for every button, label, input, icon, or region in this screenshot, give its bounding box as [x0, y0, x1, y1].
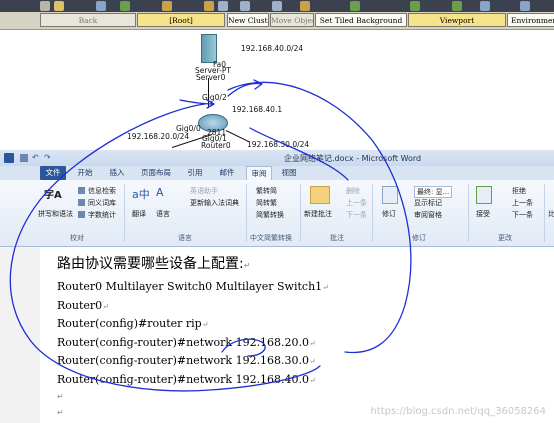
pen-stroke-loop-right: [227, 81, 412, 354]
pen-stroke-circle-network: [221, 338, 266, 357]
pen-annotation-overlay: [9, 79, 412, 392]
pen-stroke-arrow-router: [179, 99, 215, 109]
pen-stroke-link-40: [249, 127, 349, 181]
watermark: https://blog.csdn.net/qq_36058264: [370, 406, 546, 417]
pen-stroke-loop-left: [9, 103, 321, 392]
